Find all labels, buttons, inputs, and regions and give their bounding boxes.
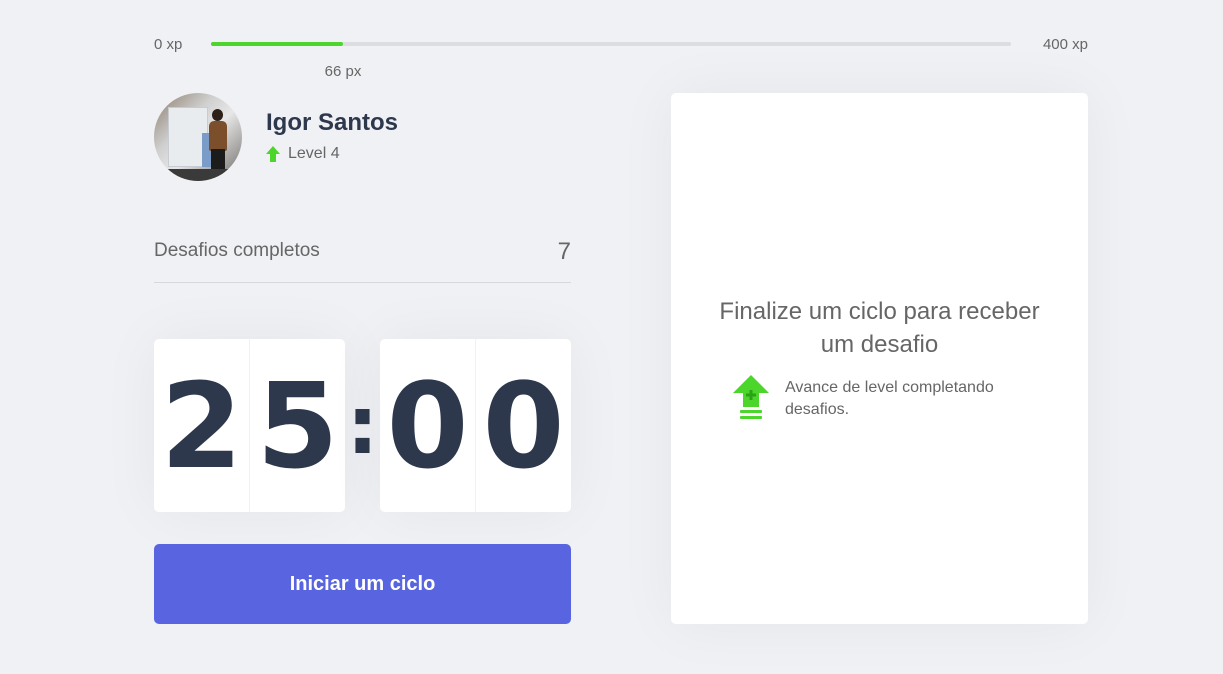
profile: Igor Santos Level 4: [154, 93, 574, 181]
start-cycle-button[interactable]: Iniciar um ciclo: [154, 544, 571, 624]
countdown-seconds: 0 0: [380, 339, 571, 512]
completed-challenges-count: 7: [557, 238, 571, 265]
countdown-separator: :: [346, 379, 379, 472]
minute-digit-right: 5: [256, 356, 339, 495]
challenge-hint: Avance de level completando desafios.: [733, 375, 1033, 423]
xp-progress-fill: [211, 42, 343, 46]
countdown-minutes: 2 5: [154, 339, 345, 512]
challenge-hint-text: Avance de level completando desafios.: [785, 379, 994, 418]
second-digit-right: 0: [482, 356, 565, 495]
level-up-arrow-icon: [266, 146, 280, 162]
second-digit-left: 0: [380, 339, 476, 512]
countdown: 2 5 : 0 0: [154, 339, 571, 512]
completed-challenges: Desafios completos 7: [154, 230, 571, 283]
avatar: [154, 93, 242, 181]
completed-challenges-label: Desafios completos: [154, 240, 320, 261]
profile-level-label: Level 4: [288, 145, 340, 162]
minute-digit-left: 2: [154, 339, 250, 512]
xp-track: 66 px: [211, 42, 1011, 80]
profile-name: Igor Santos: [266, 109, 399, 136]
profile-level: Level 4: [266, 145, 340, 163]
experience-bar: 0 xp 66 px 400 xp: [154, 34, 1088, 80]
level-up-icon: [733, 375, 769, 419]
xp-min-label: 0 xp: [154, 36, 183, 53]
challenge-title: Finalize um ciclo para receber um desafi…: [719, 298, 1040, 358]
xp-max-label: 400 xp: [1042, 36, 1088, 53]
xp-current-label: 66 px: [324, 63, 362, 80]
challenge-box: Finalize um ciclo para receber um desafi…: [671, 93, 1088, 624]
